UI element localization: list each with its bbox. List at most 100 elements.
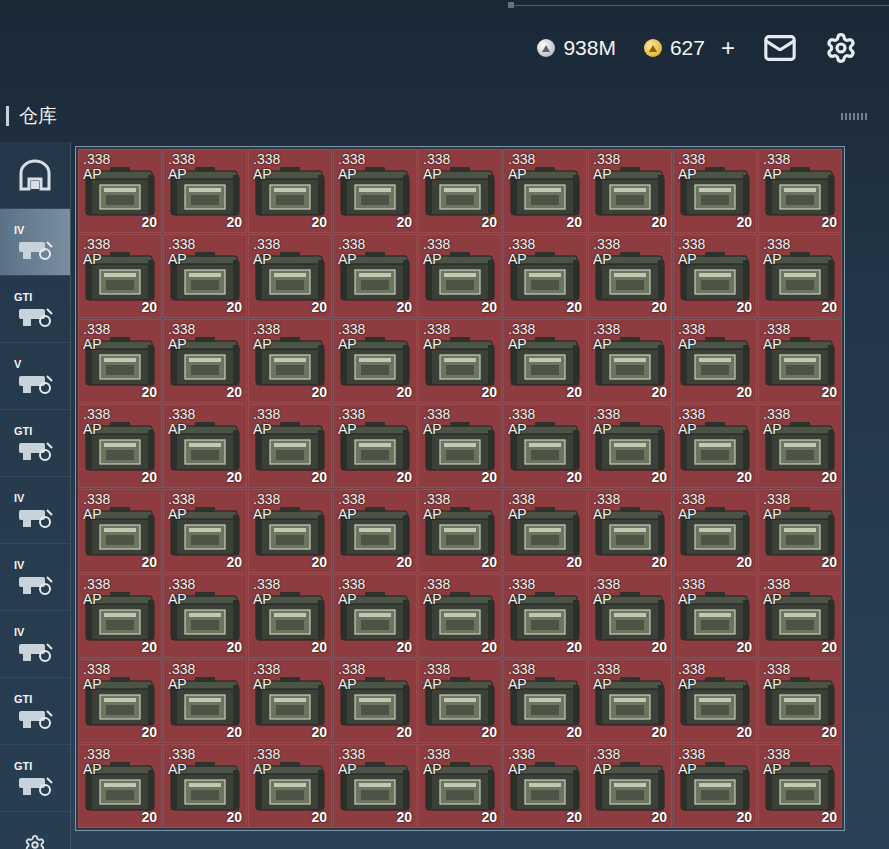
sidebar-item[interactable]: GTI <box>0 276 70 343</box>
inventory-item[interactable]: .338AP20 <box>333 489 417 573</box>
inventory-item[interactable]: .338AP20 <box>333 744 417 828</box>
inventory-item[interactable]: .338AP20 <box>418 149 502 233</box>
inventory-item[interactable]: .338AP20 <box>503 574 587 658</box>
inventory-item[interactable]: .338AP20 <box>333 659 417 743</box>
inventory-item[interactable]: .338AP20 <box>758 659 842 743</box>
inventory-item[interactable]: .338AP20 <box>248 489 332 573</box>
inventory-item[interactable]: .338AP20 <box>673 489 757 573</box>
inventory-item[interactable]: .338AP20 <box>503 744 587 828</box>
inventory-item[interactable]: .338AP20 <box>503 404 587 488</box>
inventory-item[interactable]: .338AP20 <box>588 489 672 573</box>
inventory-item[interactable]: .338AP20 <box>418 744 502 828</box>
sidebar-item[interactable]: IV <box>0 611 70 678</box>
inventory-item[interactable]: .338AP20 <box>418 574 502 658</box>
inventory-item[interactable]: .338AP20 <box>78 744 162 828</box>
inventory-item[interactable]: .338AP20 <box>418 234 502 318</box>
inventory-item[interactable]: .338AP20 <box>588 234 672 318</box>
inventory-item[interactable]: .338AP20 <box>163 234 247 318</box>
inventory-item[interactable]: .338AP20 <box>78 319 162 403</box>
inventory-item[interactable]: .338AP20 <box>418 404 502 488</box>
item-count: 20 <box>651 554 667 570</box>
inventory-item[interactable]: .338AP20 <box>673 234 757 318</box>
inventory-item[interactable]: .338AP20 <box>248 744 332 828</box>
item-caliber: .338 <box>508 152 582 167</box>
inventory-item[interactable]: .338AP20 <box>248 574 332 658</box>
inventory-item[interactable]: .338AP20 <box>78 489 162 573</box>
inventory-item[interactable]: .338AP20 <box>163 319 247 403</box>
inventory-item[interactable]: .338AP20 <box>78 149 162 233</box>
inventory-item[interactable]: .338AP20 <box>673 744 757 828</box>
item-count: 20 <box>141 809 157 825</box>
inventory-item[interactable]: .338AP20 <box>503 489 587 573</box>
inventory-item[interactable]: .338AP20 <box>163 659 247 743</box>
inventory-item[interactable]: .338AP20 <box>333 234 417 318</box>
inventory-item[interactable]: .338AP20 <box>758 149 842 233</box>
inventory-item[interactable]: .338AP20 <box>588 404 672 488</box>
item-type: AP <box>253 252 327 267</box>
inventory-item[interactable]: .338AP20 <box>503 234 587 318</box>
inventory-item[interactable]: .338AP20 <box>333 319 417 403</box>
sidebar-item[interactable]: V <box>0 343 70 410</box>
sidebar-item[interactable] <box>0 812 70 849</box>
inventory-item[interactable]: .338AP20 <box>758 234 842 318</box>
item-caliber: .338 <box>593 152 667 167</box>
item-type: AP <box>168 592 242 607</box>
inventory-item[interactable]: .338AP20 <box>333 404 417 488</box>
settings-button[interactable] <box>825 32 857 64</box>
inventory-item[interactable]: .338AP20 <box>78 659 162 743</box>
item-type: AP <box>423 337 497 352</box>
inventory-item[interactable]: .338AP20 <box>248 659 332 743</box>
inventory-item[interactable]: .338AP20 <box>673 319 757 403</box>
item-type: AP <box>763 422 837 437</box>
inventory-item[interactable]: .338AP20 <box>588 744 672 828</box>
inventory-item[interactable]: .338AP20 <box>588 149 672 233</box>
inventory-item[interactable]: .338AP20 <box>588 574 672 658</box>
sidebar-item[interactable]: IV <box>0 209 70 276</box>
sidebar-item[interactable]: IV <box>0 544 70 611</box>
item-type: AP <box>168 762 242 777</box>
inventory-item[interactable]: .338AP20 <box>163 404 247 488</box>
inventory-item[interactable]: .338AP20 <box>78 234 162 318</box>
inventory-item[interactable]: .338AP20 <box>248 149 332 233</box>
inventory-item[interactable]: .338AP20 <box>503 319 587 403</box>
inventory-item[interactable]: .338AP20 <box>248 234 332 318</box>
inventory-item[interactable]: .338AP20 <box>333 574 417 658</box>
inventory-item[interactable]: .338AP20 <box>418 319 502 403</box>
inventory-item[interactable]: .338AP20 <box>588 659 672 743</box>
inventory-item[interactable]: .338AP20 <box>758 319 842 403</box>
inventory-item[interactable]: .338AP20 <box>673 574 757 658</box>
item-type: AP <box>763 507 837 522</box>
inventory-item[interactable]: .338AP20 <box>758 574 842 658</box>
inventory-item[interactable]: .338AP20 <box>418 659 502 743</box>
inventory-item[interactable]: .338AP20 <box>418 489 502 573</box>
sidebar-item[interactable]: GTI <box>0 410 70 477</box>
inventory-item[interactable]: .338AP20 <box>78 574 162 658</box>
inventory-item[interactable]: .338AP20 <box>163 744 247 828</box>
inventory-item[interactable]: .338AP20 <box>673 149 757 233</box>
inventory-item[interactable]: .338AP20 <box>248 319 332 403</box>
inventory-item[interactable]: .338AP20 <box>758 744 842 828</box>
mail-button[interactable] <box>763 31 797 65</box>
inventory-item[interactable]: .338AP20 <box>248 404 332 488</box>
inventory-item[interactable]: .338AP20 <box>503 149 587 233</box>
inventory-item[interactable]: .338AP20 <box>673 404 757 488</box>
add-button[interactable]: + <box>721 34 735 62</box>
item-type: AP <box>338 762 412 777</box>
sidebar-item[interactable]: IV <box>0 477 70 544</box>
inventory-item[interactable]: .338AP20 <box>673 659 757 743</box>
inventory-item[interactable]: .338AP20 <box>588 319 672 403</box>
item-count: 20 <box>481 554 497 570</box>
inventory-item[interactable]: .338AP20 <box>758 489 842 573</box>
item-caliber: .338 <box>678 577 752 592</box>
inventory-item[interactable]: .338AP20 <box>758 404 842 488</box>
inventory-item[interactable]: .338AP20 <box>78 404 162 488</box>
inventory-item[interactable]: .338AP20 <box>163 574 247 658</box>
inventory-item[interactable]: .338AP20 <box>163 149 247 233</box>
sidebar-item[interactable]: GTI <box>0 678 70 745</box>
inventory-item[interactable]: .338AP20 <box>333 149 417 233</box>
inventory-item[interactable]: .338AP20 <box>163 489 247 573</box>
inventory-item[interactable]: .338AP20 <box>503 659 587 743</box>
item-caliber: .338 <box>423 152 497 167</box>
sidebar-item[interactable]: GTI <box>0 745 70 812</box>
sidebar-item[interactable] <box>0 142 70 209</box>
